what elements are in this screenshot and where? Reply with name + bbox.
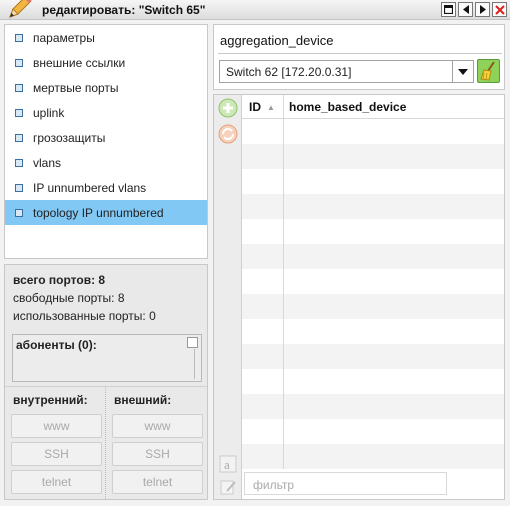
- title-bar: редактировать: "Switch 65": [0, 0, 510, 20]
- table-row: [242, 444, 504, 469]
- menu-item-label: грозозащиты: [33, 130, 106, 145]
- bullet-icon: [15, 183, 23, 192]
- table-row: [242, 319, 504, 344]
- menu-item-label: параметры: [33, 30, 95, 45]
- menu-item-lightning-protection[interactable]: грозозащиты: [5, 125, 207, 150]
- add-button[interactable]: [217, 97, 239, 119]
- external-label: внешний:: [114, 393, 172, 407]
- section-list: параметры внешние ссылки мертвые порты u…: [4, 24, 208, 259]
- sort-ascending-icon: ▲: [267, 103, 275, 112]
- menu-item-parameters[interactable]: параметры: [5, 25, 207, 50]
- column-header-id[interactable]: ID: [249, 100, 261, 114]
- column-header-home-based-device[interactable]: home_based_device: [289, 100, 406, 114]
- edit-button[interactable]: [217, 476, 239, 498]
- aggregation-title: aggregation_device: [220, 33, 334, 48]
- menu-item-uplink[interactable]: uplink: [5, 100, 207, 125]
- column-divider: [283, 95, 284, 499]
- table-row: [242, 194, 504, 219]
- table-row: [242, 269, 504, 294]
- table-row: [242, 244, 504, 269]
- bullet-icon: [15, 83, 23, 92]
- devices-table: a ID ▲ home_based_device: [213, 94, 505, 500]
- bullet-icon: [15, 158, 23, 167]
- plus-icon: [218, 98, 238, 118]
- used-ports: использованные порты: 0: [13, 309, 156, 323]
- svg-text:a: a: [224, 457, 230, 472]
- prev-button[interactable]: [458, 2, 473, 17]
- ports-info-panel: всего портов: 8 свободные порты: 8 испол…: [4, 264, 208, 500]
- aggregation-device-value: Switch 62 [172.20.0.31]: [226, 65, 352, 79]
- menu-item-vlans[interactable]: vlans: [5, 150, 207, 175]
- clear-button[interactable]: [477, 59, 500, 83]
- bullet-icon: [15, 108, 23, 117]
- next-button[interactable]: [475, 2, 490, 17]
- close-icon: [494, 4, 505, 15]
- total-ports: всего портов: 8: [13, 273, 106, 287]
- next-icon: [479, 5, 486, 14]
- subscribers-box[interactable]: абоненты (0):: [12, 334, 202, 382]
- subscribers-scrollbar[interactable]: [194, 349, 195, 379]
- divider: [218, 53, 502, 54]
- table-row: [242, 419, 504, 444]
- menu-item-label: IP unnumbered vlans: [33, 180, 147, 195]
- chevron-down-icon: [458, 68, 468, 75]
- menu-item-label: topology IP unnumbered: [33, 205, 164, 220]
- table-row: [242, 294, 504, 319]
- external-ssh-button[interactable]: SSH: [112, 442, 203, 466]
- table-row: [242, 369, 504, 394]
- subscribers-label: абоненты (0):: [16, 338, 97, 352]
- menu-item-label: vlans: [33, 155, 62, 170]
- divider: [105, 386, 106, 499]
- table-row: [242, 344, 504, 369]
- filter-input[interactable]: [251, 474, 445, 495]
- refresh-icon: [218, 124, 238, 144]
- table-row: [242, 394, 504, 419]
- table-header: ID ▲ home_based_device: [242, 95, 504, 119]
- menu-item-label: мертвые порты: [33, 80, 119, 95]
- broom-icon: [479, 61, 495, 81]
- table-row: [242, 119, 504, 144]
- menu-item-topology-ip-unnumbered[interactable]: topology IP unnumbered: [5, 200, 207, 225]
- external-www-button[interactable]: www: [112, 414, 203, 438]
- free-ports: свободные порты: 8: [13, 291, 125, 305]
- filter-field[interactable]: [244, 472, 447, 495]
- refresh-button[interactable]: [217, 123, 239, 145]
- internal-ssh-button[interactable]: SSH: [11, 442, 102, 466]
- bullet-icon: [15, 33, 23, 42]
- window-title: редактировать: "Switch 65": [42, 3, 206, 17]
- subscribers-checkbox[interactable]: [187, 337, 198, 348]
- aggregation-panel: aggregation_device Switch 62 [172.20.0.3…: [213, 24, 505, 90]
- menu-item-label: uplink: [33, 105, 65, 120]
- divider: [5, 386, 207, 387]
- text-size-icon: a: [219, 455, 237, 473]
- table-row: [242, 144, 504, 169]
- bullet-icon: [15, 58, 23, 67]
- font-size-button[interactable]: a: [217, 453, 239, 475]
- bullet-icon: [15, 133, 23, 142]
- dropdown-button[interactable]: [452, 61, 473, 82]
- internal-telnet-button[interactable]: telnet: [11, 470, 102, 494]
- table-row: [242, 219, 504, 244]
- bullet-icon: [15, 208, 23, 217]
- menu-item-ip-unnumbered-vlans[interactable]: IP unnumbered vlans: [5, 175, 207, 200]
- prev-icon: [462, 5, 469, 14]
- edit-icon: [220, 480, 236, 495]
- filter-bar: [242, 469, 504, 499]
- table-row: [242, 169, 504, 194]
- internal-www-button[interactable]: www: [11, 414, 102, 438]
- menu-item-dead-ports[interactable]: мертвые порты: [5, 75, 207, 100]
- external-telnet-button[interactable]: telnet: [112, 470, 203, 494]
- maximize-icon: [444, 5, 453, 14]
- maximize-button[interactable]: [441, 2, 456, 17]
- pencil-icon: [9, 0, 32, 18]
- menu-item-label: внешние ссылки: [33, 55, 126, 70]
- table-toolbar: a: [214, 95, 242, 499]
- internal-label: внутренний:: [13, 393, 88, 407]
- aggregation-device-select[interactable]: Switch 62 [172.20.0.31]: [219, 60, 474, 83]
- close-button[interactable]: [492, 2, 507, 17]
- menu-item-external-links[interactable]: внешние ссылки: [5, 50, 207, 75]
